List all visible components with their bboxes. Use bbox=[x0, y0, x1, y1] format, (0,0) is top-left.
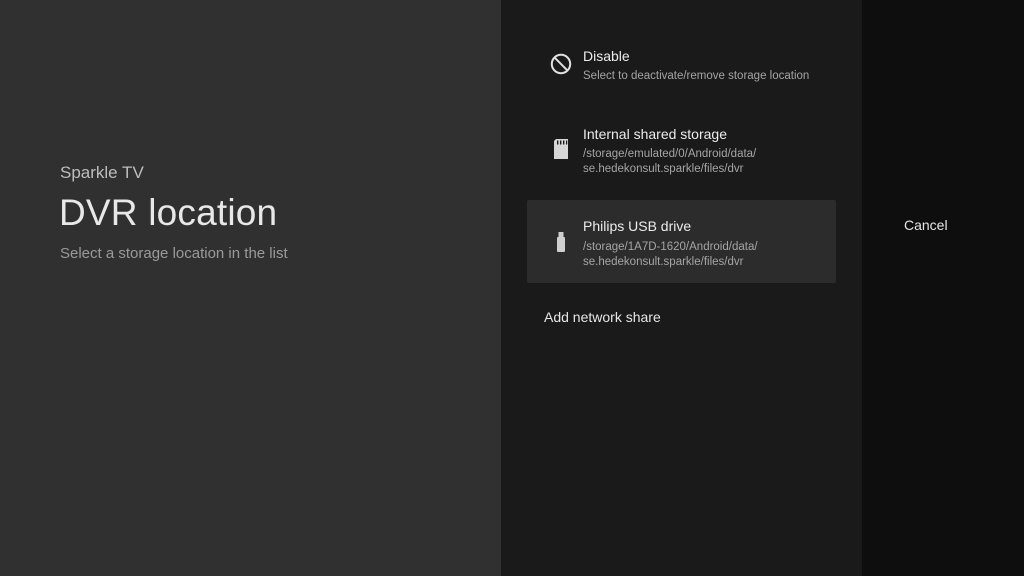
action-disable[interactable]: Disable Select to deactivate/remove stor… bbox=[527, 38, 836, 96]
action-internal-storage[interactable]: Internal shared storage /storage/emulate… bbox=[527, 116, 836, 184]
page-description: Select a storage location in the list bbox=[60, 245, 288, 262]
action-internal-storage-path-1: /storage/emulated/0/Android/data/ bbox=[583, 148, 757, 160]
guidance-panel: Sparkle TV DVR location Select a storage… bbox=[0, 0, 501, 576]
action-philips-usb-label: Philips USB drive bbox=[583, 218, 692, 234]
dvr-location-screen: Sparkle TV DVR location Select a storage… bbox=[0, 0, 1024, 576]
page-title: DVR location bbox=[59, 192, 278, 233]
action-philips-usb[interactable]: Philips USB drive /storage/1A7D-1620/And… bbox=[527, 200, 836, 283]
sd-card-icon bbox=[554, 139, 568, 159]
usb-drive-icon bbox=[557, 232, 565, 252]
side-actions-panel: Cancel bbox=[862, 0, 1024, 576]
action-philips-usb-path-2: se.hedekonsult.sparkle/files/dvr bbox=[583, 256, 744, 268]
action-disable-label: Disable bbox=[583, 48, 630, 64]
block-icon bbox=[550, 53, 572, 75]
breadcrumb: Sparkle TV bbox=[60, 163, 144, 182]
actions-list: Disable Select to deactivate/remove stor… bbox=[501, 0, 862, 576]
action-internal-storage-path-2: se.hedekonsult.sparkle/files/dvr bbox=[583, 163, 744, 175]
action-internal-storage-label: Internal shared storage bbox=[583, 126, 727, 142]
action-disable-description: Select to deactivate/remove storage loca… bbox=[583, 70, 810, 82]
cancel-button[interactable]: Cancel bbox=[904, 217, 948, 233]
action-philips-usb-path-1: /storage/1A7D-1620/Android/data/ bbox=[583, 241, 758, 253]
action-add-network-share[interactable]: Add network share bbox=[544, 309, 661, 325]
